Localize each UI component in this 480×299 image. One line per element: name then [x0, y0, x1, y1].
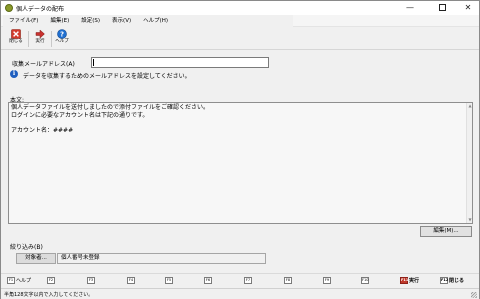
maximize-icon: [438, 4, 446, 11]
window-close-button[interactable]: ✕: [453, 1, 480, 15]
fkey-code: F8: [284, 277, 292, 284]
toolbar-close-label: 閉じる: [9, 39, 23, 44]
filter-value: 個人番号未登録: [57, 253, 266, 264]
info-message: データを収集するためのメールアドレスを設定してください。: [23, 73, 191, 80]
scroll-up-icon[interactable]: ▲: [467, 103, 473, 109]
function-key-bar: F1 ヘルプ F2 F3 F4 F5 F6 F7 F8 F9 F10 F11実行 …: [1, 273, 479, 287]
fkey-code: F5: [165, 277, 173, 284]
toolbar-help-label: ヘルプ: [55, 39, 69, 44]
address-input[interactable]: [91, 57, 269, 68]
filter-label: 絞り込み(B): [10, 244, 43, 251]
address-label: 収集メールアドレス(A): [12, 61, 75, 68]
fkey-close[interactable]: F12閉じる: [440, 277, 464, 286]
fkey-label: ヘルプ: [16, 278, 32, 284]
fkey-f8[interactable]: F8: [284, 277, 293, 286]
run-arrow-icon: [35, 29, 45, 39]
info-icon: i: [10, 70, 18, 78]
fkey-f5[interactable]: F5: [165, 277, 174, 286]
menu-view[interactable]: 表示(V): [106, 15, 137, 27]
body-scrollbar[interactable]: ▲ ▼: [466, 103, 472, 223]
fkey-code: F7: [244, 277, 252, 284]
svg-text:?: ?: [60, 31, 64, 39]
menu-file[interactable]: ファイル(F): [3, 15, 44, 27]
body-textarea[interactable]: 個人データファイルを送付しましたので添付ファイルをご確認ください。 ログインに必…: [8, 102, 473, 224]
fkey-f3[interactable]: F3: [87, 277, 96, 286]
toolbar-run-label: 実行: [35, 39, 45, 44]
status-text: 半角128文字以内で入力してください。: [4, 292, 94, 298]
fkey-code: F3: [87, 277, 95, 284]
fkey-f9[interactable]: F9: [323, 277, 332, 286]
edit-button[interactable]: 編集(M)...: [420, 226, 472, 237]
app-icon: [5, 4, 13, 12]
fkey-f4[interactable]: F4: [127, 277, 136, 286]
menu-help[interactable]: ヘルプ(H): [137, 15, 174, 27]
text-caret: [93, 59, 94, 66]
fkey-label: 実行: [409, 278, 420, 284]
app-window: 個人データの配布 — ✕ ファイル(F) 編集(E) 設定(S) 表示(V) ヘ…: [0, 0, 480, 299]
fkey-code: F2: [47, 277, 55, 284]
close-icon: [11, 29, 21, 39]
title-bar: 個人データの配布 — ✕: [1, 1, 479, 15]
fkey-help[interactable]: F1 ヘルプ: [7, 277, 31, 286]
fkey-f6[interactable]: F6: [204, 277, 213, 286]
fkey-code: F6: [204, 277, 212, 284]
resize-grip-icon[interactable]: [471, 292, 477, 298]
toolbar-run-button[interactable]: 実行: [31, 29, 49, 49]
body-text: 個人データファイルを送付しましたので添付ファイルをご確認ください。 ログインに必…: [11, 104, 210, 134]
toolbar: 閉じる 実行 ? ヘルプ: [1, 27, 479, 50]
fkey-code: F10: [361, 277, 369, 284]
fkey-code: F9: [323, 277, 331, 284]
toolbar-close-button[interactable]: 閉じる: [7, 29, 25, 49]
fkey-code: F1: [7, 277, 15, 284]
help-icon: ?: [57, 29, 67, 39]
menu-edit[interactable]: 編集(E): [44, 15, 75, 27]
menu-bar: ファイル(F) 編集(E) 設定(S) 表示(V) ヘルプ(H): [1, 15, 479, 27]
status-bar: 半角128文字以内で入力してください。: [1, 288, 479, 299]
fkey-f10[interactable]: F10: [361, 277, 370, 286]
fkey-f2[interactable]: F2: [47, 277, 56, 286]
scroll-down-icon[interactable]: ▼: [467, 217, 473, 223]
window-title: 個人データの配布: [16, 6, 65, 13]
filter-target-button[interactable]: 対象者...: [16, 253, 56, 264]
fkey-code: F11: [400, 277, 409, 284]
fkey-run[interactable]: F11実行: [400, 277, 419, 286]
fkey-code: F4: [127, 277, 135, 284]
toolbar-help-button[interactable]: ? ヘルプ: [53, 29, 71, 49]
fkey-f7[interactable]: F7: [244, 277, 253, 286]
fkey-label: 閉じる: [449, 278, 465, 284]
menu-settings[interactable]: 設定(S): [75, 15, 106, 27]
fkey-code: F12: [440, 277, 449, 284]
minimize-button[interactable]: —: [395, 1, 425, 15]
